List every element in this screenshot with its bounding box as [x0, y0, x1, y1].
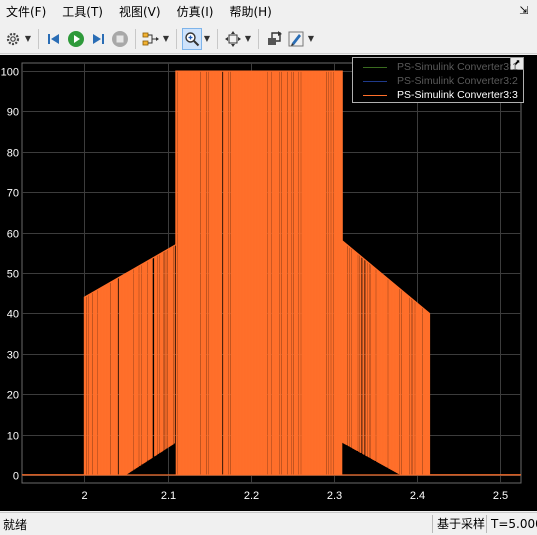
zoom-in-icon[interactable]	[182, 28, 202, 50]
toolbar-separator	[135, 29, 136, 49]
menu-file[interactable]: 文件(F)	[0, 0, 54, 24]
y-tick-label: 10	[7, 431, 19, 443]
x-tick-label: 2.5	[493, 490, 508, 502]
y-tick-label: 100	[1, 67, 19, 79]
scope-plot[interactable]: 0 10 20 30 40 50 60 70 80 90 100 2 2.1 2.2 2.3 2.4 2.5 ⬈…	[0, 55, 537, 511]
legend-swatch-3	[363, 95, 387, 96]
x-tick-label: 2.4	[410, 490, 425, 502]
y-tick-label: 40	[7, 309, 19, 321]
toolbar-separator	[217, 29, 218, 49]
y-tick-label: 70	[7, 188, 19, 200]
toolbar: ▼ ▼ ▼ ▼ ▼	[0, 24, 537, 54]
gear-icon[interactable]	[3, 28, 23, 50]
y-tick-label: 50	[7, 269, 19, 281]
y-tick-label: 90	[7, 107, 19, 119]
y-tick-label: 20	[7, 390, 19, 402]
legend-swatch-2	[363, 81, 387, 82]
legend-entry-2[interactable]: PS-Simulink Converter3:2	[353, 74, 523, 88]
x-tick-label: 2.3	[327, 490, 342, 502]
sim-time-readout: T=5.000	[486, 515, 537, 533]
style-pen-icon[interactable]	[286, 28, 306, 50]
legend-entry-3[interactable]: PS-Simulink Converter3:3	[353, 88, 523, 102]
stop-icon[interactable]	[110, 28, 130, 50]
chevron-down-icon[interactable]: ▼	[24, 28, 32, 50]
step-back-icon[interactable]	[44, 28, 64, 50]
signal-selector-icon[interactable]	[141, 28, 161, 50]
chevron-down-icon[interactable]: ▼	[162, 28, 170, 50]
fit-to-view-icon[interactable]	[223, 28, 243, 50]
legend-entry-1[interactable]: PS-Simulink Converter3:1	[353, 60, 523, 74]
y-tick-label: 60	[7, 229, 19, 241]
x-tick-label: 2.2	[244, 490, 259, 502]
toolbar-separator	[258, 29, 259, 49]
highlight-block-icon[interactable]	[264, 28, 284, 50]
chevron-down-icon[interactable]: ▼	[203, 28, 211, 50]
legend[interactable]: ⬈ PS-Simulink Converter3:1 PS-Simulink C…	[352, 57, 524, 103]
chevron-down-icon[interactable]: ▼	[307, 28, 315, 50]
y-tick-label: 30	[7, 350, 19, 362]
menu-bar: 文件(F) 工具(T) 视图(V) 仿真(I) 帮助(H) ⇲	[0, 0, 537, 24]
menu-view[interactable]: 视图(V)	[111, 0, 169, 24]
run-icon[interactable]	[66, 28, 86, 50]
legend-swatch-1	[363, 67, 387, 68]
step-forward-icon[interactable]	[88, 28, 108, 50]
toolbar-separator	[176, 29, 177, 49]
status-bar: 就绪 基于采样 T=5.000	[0, 512, 537, 535]
toolbar-separator	[38, 29, 39, 49]
y-tick-label: 0	[13, 471, 19, 483]
legend-label-2: PS-Simulink Converter3:2	[397, 75, 518, 87]
legend-label-3: PS-Simulink Converter3:3	[397, 89, 518, 101]
collapse-toolstrip-icon[interactable]: ⇲	[517, 4, 531, 18]
legend-label-1: PS-Simulink Converter3:1	[397, 61, 518, 73]
menu-tools[interactable]: 工具(T)	[54, 0, 111, 24]
status-text: 就绪	[3, 516, 27, 533]
x-tick-label: 2	[81, 490, 87, 502]
y-tick-label: 80	[7, 148, 19, 160]
scope-axes[interactable]: 0 10 20 30 40 50 60 70 80 90 100 2 2.1 2.2 2.3 2.4 2.5	[0, 55, 537, 511]
x-tick-label: 2.1	[161, 490, 176, 502]
menu-help[interactable]: 帮助(H)	[221, 0, 279, 24]
menu-simulation[interactable]: 仿真(I)	[169, 0, 222, 24]
chevron-down-icon[interactable]: ▼	[244, 28, 252, 50]
sample-based-indicator[interactable]: 基于采样	[432, 515, 489, 533]
